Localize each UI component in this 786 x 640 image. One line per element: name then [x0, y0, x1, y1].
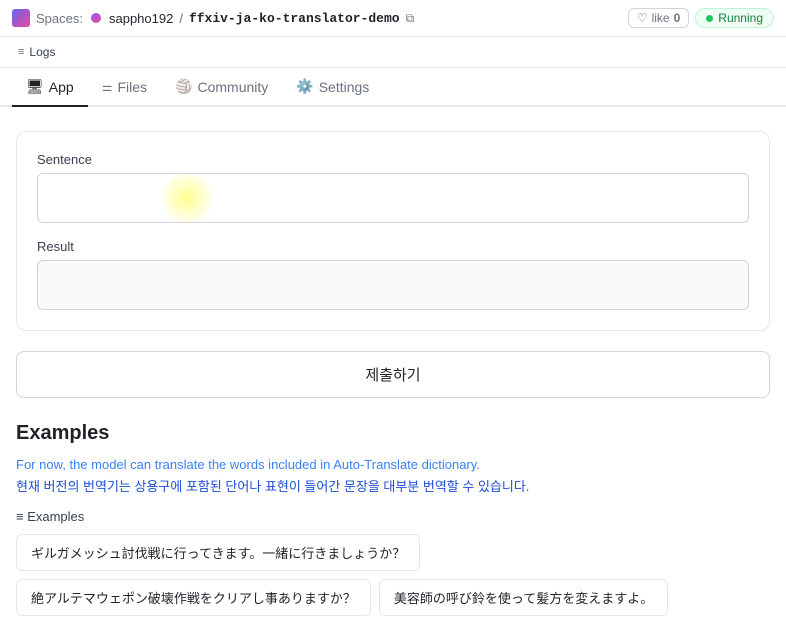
app-icon: 🖥 [26, 78, 44, 95]
examples-section: Examples For now, the model can translat… [16, 422, 770, 616]
top-header: Spaces: sappho192 / ffxiv-ja-ko-translat… [0, 0, 786, 37]
copy-icon[interactable]: ⧉ [406, 11, 415, 26]
separator: / [179, 11, 183, 26]
spaces-logo-icon [12, 9, 30, 27]
repo-name[interactable]: ffxiv-ja-ko-translator-demo [189, 11, 400, 26]
like-count: 0 [674, 11, 681, 25]
sentence-input[interactable] [37, 173, 749, 223]
tab-app-label: App [49, 79, 74, 95]
sentence-label: Sentence [37, 152, 749, 167]
running-status: Running [695, 8, 774, 28]
examples-title: Examples [16, 422, 770, 445]
lines-icon: ≡ [18, 46, 24, 58]
submit-button[interactable]: 제출하기 [16, 351, 770, 398]
tab-files-label: Files [117, 79, 147, 95]
spaces-label: Spaces: [36, 11, 83, 26]
tab-settings-label: Settings [319, 79, 370, 95]
tab-files[interactable]: ⚌ Files [88, 69, 161, 107]
tab-app[interactable]: 🖥 App [12, 68, 88, 107]
sentence-input-wrapper [37, 173, 749, 223]
tab-community[interactable]: 🏐 Community [161, 68, 282, 107]
user-avatar [91, 13, 101, 23]
examples-list: ギルガメッシュ討伐戦に行ってきます。一緒に行きましょうか？ 絶アルテマウェポン破… [16, 534, 770, 616]
examples-desc-en: For now, the model can translate the wor… [16, 457, 770, 472]
status-label: Running [718, 11, 763, 25]
example-row-2: 絶アルテマウェポン破壊作戦をクリアし事ありますか？ 美容師の呼び鈴を使って髪方を… [16, 579, 770, 616]
main-content: Sentence Result 제출하기 Examples For now, t… [0, 107, 786, 640]
examples-desc-ko: 현재 버전의 번역기는 상용구에 포함된 단어나 표현이 들어간 문장을 대부분… [16, 476, 770, 495]
community-icon: 🏐 [175, 78, 192, 95]
result-label: Result [37, 239, 749, 254]
logs-bar: ≡ Logs [0, 37, 786, 68]
sentence-field-group: Sentence [37, 152, 749, 223]
username[interactable]: sappho192 [109, 11, 173, 26]
result-input[interactable] [37, 260, 749, 310]
examples-header: ≡ Examples [16, 509, 770, 524]
example-item-1-1[interactable]: ギルガメッシュ討伐戦に行ってきます。一緒に行きましょうか？ [16, 534, 420, 571]
form-card: Sentence Result [16, 131, 770, 331]
heart-icon: ♡ [637, 11, 648, 25]
example-item-2-2[interactable]: 美容師の呼び鈴を使って髪方を変えますよ。 [379, 579, 668, 616]
status-dot [706, 15, 713, 22]
logs-label: Logs [29, 45, 55, 59]
nav-tabs: 🖥 App ⚌ Files 🏐 Community ⚙️ Settings [0, 68, 786, 107]
like-button[interactable]: ♡ like 0 [628, 8, 689, 28]
settings-icon: ⚙️ [296, 78, 313, 95]
like-label: like [652, 11, 670, 25]
example-row-1: ギルガメッシュ討伐戦に行ってきます。一緒に行きましょうか？ [16, 534, 770, 571]
tab-settings[interactable]: ⚙️ Settings [282, 68, 383, 107]
tab-community-label: Community [197, 79, 268, 95]
example-item-2-1[interactable]: 絶アルテマウェポン破壊作戦をクリアし事ありますか？ [16, 579, 371, 616]
files-icon: ⚌ [102, 80, 113, 94]
result-field-group: Result [37, 239, 749, 310]
logs-button[interactable]: ≡ Logs [12, 43, 61, 61]
